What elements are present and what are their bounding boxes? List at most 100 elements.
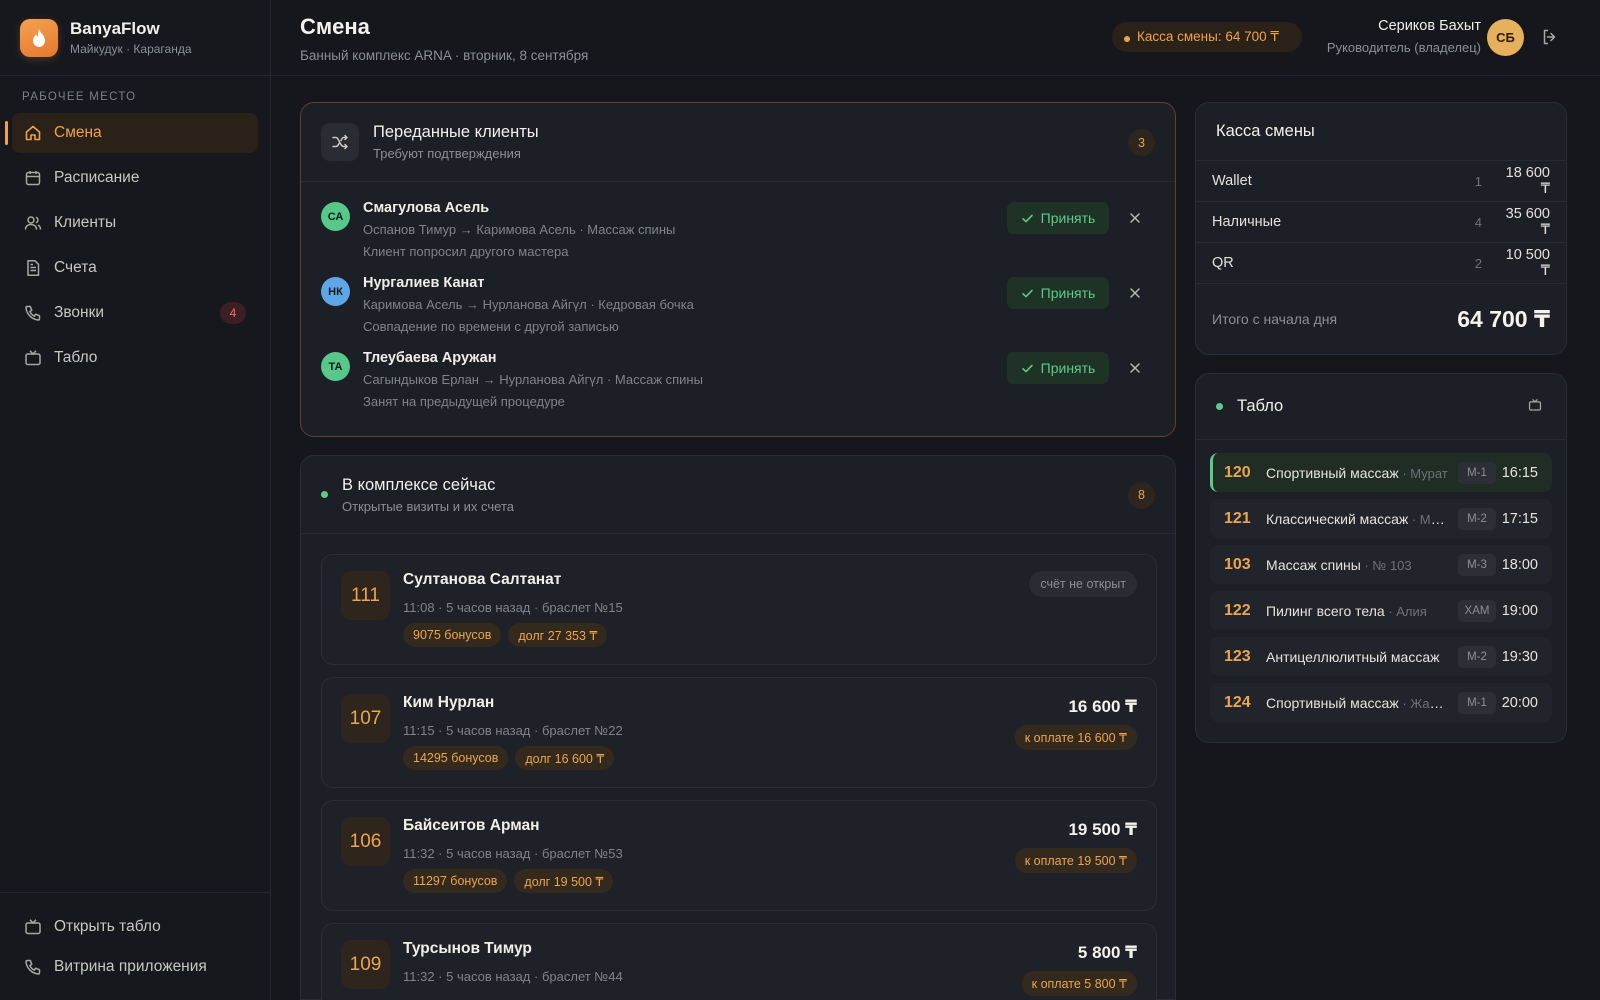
board-row[interactable]: 124 Спортивный массаж · Жанна М-1 20:00 (1210, 683, 1552, 722)
visit-card[interactable]: 111 Султанова Салтанат 11:08 · 5 часов н… (321, 554, 1157, 665)
accept-label: Принять (1040, 360, 1096, 376)
board-time: 17:15 (1501, 510, 1538, 527)
sidebar-item-board[interactable]: Табло (12, 338, 258, 378)
client-avatar: НК (321, 277, 350, 306)
invoice-amount: 19 500 ₸ (1068, 820, 1137, 839)
close-icon (1130, 363, 1140, 373)
app-showcase-link[interactable]: Витрина приложения (12, 947, 258, 987)
open-board-link[interactable]: Открыть табло (12, 907, 258, 947)
visit-meta: 11:15 · 5 часов назад · браслет №22 (403, 723, 623, 738)
avatar[interactable]: СБ (1487, 19, 1524, 56)
accept-label: Принять (1040, 210, 1096, 226)
payment-sum: 35 600 ₸ (1505, 206, 1550, 238)
transfers-count-badge: 3 (1128, 129, 1155, 156)
accept-button[interactable]: Принять (1007, 202, 1109, 234)
sidebar: BanyaFlow Майкудук · Караганда РАБОЧЕЕ М… (0, 0, 271, 1000)
user-role: Руководитель (владелец) (1326, 40, 1481, 55)
board-row[interactable]: 122 Пилинг всего тела · Алия ХАМ 19:00 (1210, 591, 1552, 630)
brand-location: Майкудук · Караганда (70, 42, 192, 56)
sidebar-footer: Открыть табло Витрина приложения (0, 892, 270, 1000)
board-row[interactable]: 121 Классический массаж · Мурат М-2 17:1… (1210, 499, 1552, 538)
board-time: 19:00 (1501, 602, 1538, 619)
sidebar-section-label: РАБОЧЕЕ МЕСТО (22, 91, 137, 103)
tv-icon (24, 918, 42, 936)
main-content: Смена Банный комплекс ARNA · вторник, 8 … (271, 0, 1600, 1000)
topbar: Смена Банный комплекс ARNA · вторник, 8 … (271, 0, 1600, 76)
payment-method: Наличные (1212, 214, 1282, 230)
transfer-row: НК Нургалиев Канат Каримова Асель → Нурл… (301, 263, 1175, 338)
brand[interactable]: BanyaFlow Майкудук · Караганда (0, 0, 270, 76)
users-icon (24, 214, 42, 232)
amount-due-badge: к оплате 19 500 ₸ (1014, 848, 1137, 873)
board-room: ХАМ (1458, 599, 1496, 622)
bonus-tag: 11297 бонусов (403, 869, 508, 893)
amount-due-badge: к оплате 16 600 ₸ (1014, 725, 1137, 750)
visit-card[interactable]: 109 Турсынов Тимур 11:32 · 5 часов назад… (321, 923, 1157, 1000)
sidebar-item-label: Клиенты (54, 214, 117, 231)
document-icon (24, 259, 42, 277)
live-status-icon (321, 491, 328, 498)
accept-button[interactable]: Принять (1007, 277, 1109, 309)
debt-tag: долг 16 600 ₸ (515, 746, 615, 770)
now-subtitle: Открытые визиты и их счета (342, 498, 514, 514)
sidebar-item-clients[interactable]: Клиенты (12, 203, 258, 243)
sidebar-item-label: Смена (54, 124, 102, 141)
calls-count-badge: 4 (220, 302, 246, 324)
invoice-amount: 5 800 ₸ (1077, 943, 1137, 962)
check-icon (1021, 364, 1033, 372)
board-time: 19:30 (1501, 648, 1538, 665)
sidebar-item-schedule[interactable]: Расписание (12, 158, 258, 198)
board-row[interactable]: 120 Спортивный массаж · Мурат М-1 16:15 (1210, 453, 1552, 492)
logout-icon[interactable] (1541, 28, 1561, 48)
room-number: 107 (341, 694, 390, 743)
sidebar-item-label: Табло (54, 349, 98, 366)
board-row[interactable]: 123 Антицеллюлитный массаж М-2 19:30 (1210, 637, 1552, 676)
sidebar-item-invoices[interactable]: Счета (12, 248, 258, 288)
board-number: 123 (1224, 647, 1251, 665)
transfer-row: ТА Тлеубаева Аружан Сагындыков Ерлан → Н… (301, 338, 1175, 413)
kassa-title: Касса смены (1216, 122, 1315, 140)
transfer-reason: Клиент попросил другого мастера (363, 244, 569, 259)
reject-button[interactable] (1127, 285, 1143, 301)
board-service: Антицеллюлитный массаж (1266, 648, 1440, 665)
room-number: 111 (341, 571, 390, 620)
shuffle-icon (321, 123, 359, 161)
shift-cash-card: Касса смены Wallet 1 18 600 ₸ Наличные 4… (1195, 102, 1567, 355)
board-master: · № 103 (1360, 557, 1412, 573)
board-master: · Алия (1384, 603, 1427, 619)
reject-button[interactable] (1127, 360, 1143, 376)
visit-card[interactable]: 107 Ким Нурлан 11:15 · 5 часов назад · б… (321, 677, 1157, 788)
sidebar-item-shift[interactable]: Смена (5, 113, 258, 153)
in-complex-now-card: В комплексе сейчас Открытые визиты и их … (300, 455, 1176, 1000)
board-number: 121 (1224, 509, 1251, 527)
total-label: Итого с начала дня (1212, 311, 1338, 327)
board-master: · Жанна (1398, 695, 1448, 711)
reject-button[interactable] (1127, 210, 1143, 226)
debt-tag: долг 27 353 ₸ (508, 623, 608, 647)
invoice-status-badge: счёт не открыт (1029, 571, 1137, 597)
visit-card[interactable]: 106 Байсеитов Арман 11:32 · 5 часов наза… (321, 800, 1157, 911)
live-status-icon (1216, 403, 1223, 410)
user-name: Сериков Бахыт (1378, 18, 1481, 34)
board-time: 20:00 (1501, 694, 1538, 711)
payment-count: 1 (1474, 173, 1482, 189)
sidebar-item-calls[interactable]: Звонки 4 (12, 293, 258, 333)
visit-meta: 11:08 · 5 часов назад · браслет №15 (403, 600, 623, 615)
check-icon (1021, 214, 1033, 222)
home-icon (24, 124, 42, 142)
board-room: М-3 (1458, 553, 1496, 576)
board-card: Табло 120 Спортивный массаж · Мурат М-1 … (1195, 373, 1567, 743)
cash-dot-icon (1124, 36, 1130, 42)
close-icon (1130, 288, 1140, 298)
payment-count: 4 (1474, 214, 1482, 230)
invoice-amount: 16 600 ₸ (1068, 697, 1137, 716)
tv-icon[interactable] (1528, 398, 1544, 414)
board-time: 16:15 (1501, 464, 1538, 481)
payment-sum: 10 500 ₸ (1505, 247, 1550, 279)
debt-tag: долг 19 500 ₸ (514, 869, 614, 893)
board-row[interactable]: 103 Массаж спины · № 103 М-3 18:00 (1210, 545, 1552, 584)
accept-button[interactable]: Принять (1007, 352, 1109, 384)
kassa-total: Итого с начала дня 64 700 ₸ (1196, 284, 1566, 354)
payment-row-qr: QR 2 10 500 ₸ (1196, 243, 1566, 284)
shift-cash-pill[interactable]: Касса смены: 64 700 ₸ (1112, 22, 1302, 52)
